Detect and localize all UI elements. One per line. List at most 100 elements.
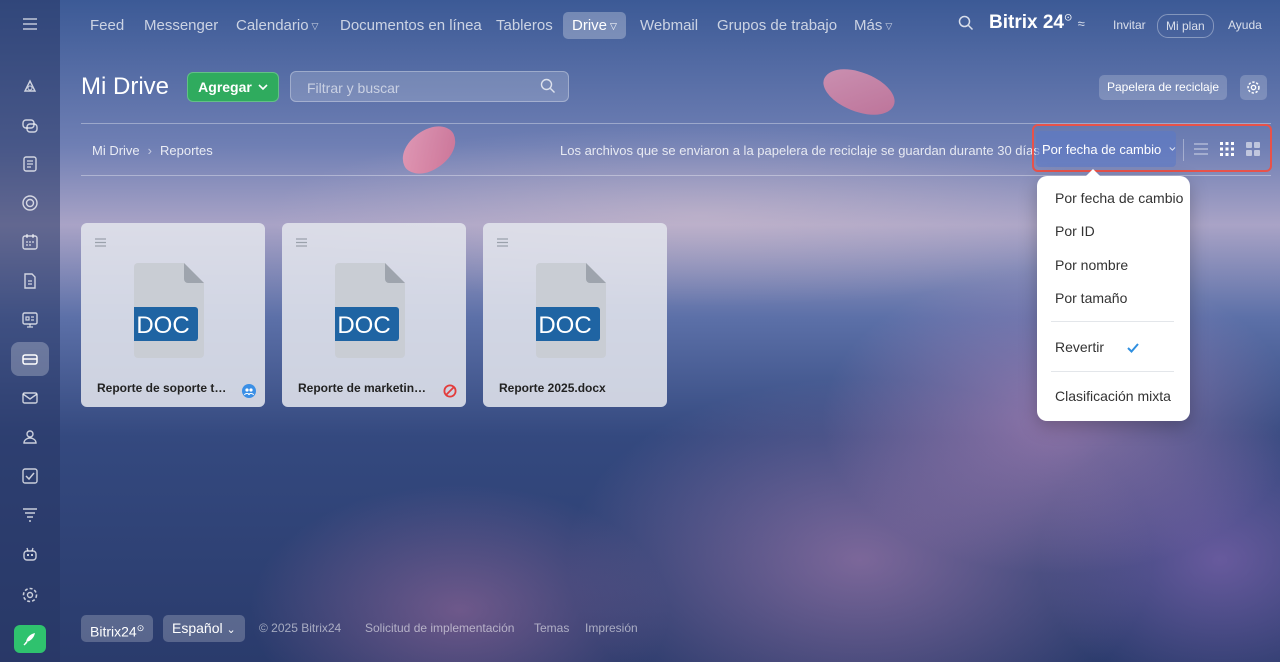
feed-icon[interactable] — [11, 70, 49, 104]
doc-file-icon: DOC — [536, 263, 606, 358]
file-card[interactable]: DOC Reporte 2025.docx — [483, 223, 667, 407]
sort-option-id[interactable]: Por ID — [1055, 223, 1095, 239]
add-button-label: Agregar — [198, 79, 252, 95]
search-icon[interactable] — [958, 15, 974, 36]
gear-icon — [1247, 81, 1260, 94]
presentation-icon[interactable] — [11, 303, 49, 337]
file-card[interactable]: DOC Reporte de marketing.d... — [282, 223, 466, 407]
check-icon — [1127, 340, 1139, 358]
clock-icon: ⊙ — [136, 623, 145, 633]
sort-menu: Por fecha de cambio Por ID Por nombre Po… — [1037, 169, 1190, 421]
background-petal — [394, 119, 464, 181]
file-name: Reporte de soporte técn... — [97, 381, 227, 395]
left-sidebar — [0, 0, 60, 662]
sort-option-name[interactable]: Por nombre — [1055, 257, 1128, 273]
search-field[interactable] — [290, 71, 569, 102]
file-name: Reporte 2025.docx — [499, 381, 606, 395]
nav-feed[interactable]: Feed — [90, 12, 124, 39]
doc-file-icon: DOC — [134, 263, 204, 358]
sort-button-label: Por fecha de cambio — [1042, 141, 1162, 157]
nav-messenger[interactable]: Messenger — [144, 12, 218, 39]
search-input[interactable] — [305, 78, 529, 98]
chevron-down-icon: ▽ — [311, 20, 319, 31]
settings-button[interactable] — [1240, 75, 1267, 100]
invite-button[interactable]: Invitar — [1105, 14, 1154, 36]
nav-mas-label: Más — [854, 17, 883, 34]
chevron-down-icon: ▽ — [885, 20, 893, 31]
nav-tableros[interactable]: Tableros — [496, 12, 553, 39]
nav-documentos[interactable]: Documentos en línea — [340, 12, 482, 39]
clock-icon: ⊙ — [1063, 12, 1073, 24]
settings-icon[interactable] — [11, 578, 49, 612]
mail-icon[interactable] — [11, 381, 49, 415]
chat-icon[interactable] — [11, 109, 49, 143]
nav-mas[interactable]: Más ▽ — [854, 12, 892, 39]
help-button[interactable]: Ayuda — [1220, 14, 1270, 36]
breadcrumb-item[interactable]: Mi Drive — [92, 143, 140, 158]
sort-option-date[interactable]: Por fecha de cambio — [1055, 190, 1183, 206]
drive-icon[interactable] — [11, 342, 49, 376]
chevron-down-icon — [258, 83, 268, 90]
sort-button[interactable]: Por fecha de cambio — [1036, 131, 1176, 167]
file-icon[interactable] — [11, 264, 49, 298]
brand-text: Bitrix 24 — [989, 12, 1064, 33]
footer-link-themes[interactable]: Temas — [534, 621, 569, 635]
nav-calendario-label: Calendario — [236, 17, 309, 34]
file-card[interactable]: DOC Reporte de soporte técn... — [81, 223, 265, 407]
blocked-icon — [443, 384, 457, 403]
breadcrumb: Mi Drive › Reportes — [92, 143, 213, 158]
nav-grupos[interactable]: Grupos de trabajo — [717, 12, 837, 39]
svg-text:DOC: DOC — [337, 312, 390, 339]
svg-text:DOC: DOC — [538, 312, 591, 339]
tile-view-icon[interactable] — [1245, 141, 1261, 157]
menu-divider — [1051, 371, 1174, 372]
drag-handle-icon[interactable] — [497, 234, 508, 252]
nav-drive[interactable]: Drive ▽ — [563, 12, 626, 39]
crm-icon[interactable] — [11, 186, 49, 220]
grid-view-icon[interactable] — [1219, 141, 1235, 157]
footer-link-print[interactable]: Impresión — [585, 621, 638, 635]
sort-option-size[interactable]: Por tamaño — [1055, 290, 1127, 306]
page-title: Mi Drive — [81, 73, 169, 100]
footer-brand-button[interactable]: Bitrix24⊙ — [81, 615, 154, 642]
language-label: Español — [172, 620, 223, 636]
robot-icon[interactable] — [11, 537, 49, 571]
nav-drive-label: Drive — [572, 17, 608, 34]
chevron-down-icon — [1169, 147, 1176, 151]
sort-reverse-toggle[interactable]: Revertir — [1055, 339, 1104, 355]
chevron-right-icon: › — [147, 143, 153, 158]
background-petal — [816, 56, 902, 128]
menu-divider — [1051, 321, 1174, 322]
list-view-icon[interactable] — [1193, 141, 1209, 157]
copyright-text: © 2025 Bitrix24 — [259, 621, 342, 635]
nav-calendario[interactable]: Calendario ▽ — [236, 12, 318, 39]
footer-link-implementation[interactable]: Solicitud de implementación — [365, 621, 514, 635]
nav-webmail[interactable]: Webmail — [640, 12, 698, 39]
search-icon[interactable] — [540, 78, 556, 99]
switch-icon: ≈ — [1077, 16, 1085, 31]
add-button[interactable]: Agregar — [187, 72, 279, 102]
brand-logo[interactable]: Bitrix 24⊙ ≈ — [989, 12, 1085, 34]
rocket-icon[interactable] — [14, 625, 46, 653]
plan-button[interactable]: Mi plan — [1157, 14, 1214, 38]
divider — [1183, 139, 1184, 161]
chevron-down-icon: ▽ — [610, 20, 617, 31]
group-icon[interactable] — [11, 420, 49, 454]
recycle-bin-button[interactable]: Papelera de reciclaje — [1099, 75, 1228, 100]
tasks-icon[interactable] — [11, 459, 49, 493]
drag-handle-icon[interactable] — [95, 234, 106, 252]
chevron-down-icon: ⌄ — [226, 624, 236, 636]
shared-icon — [242, 384, 256, 403]
document-icon[interactable] — [11, 147, 49, 181]
language-select[interactable]: Español ⌄ — [163, 615, 245, 642]
recycle-notice: Los archivos que se enviaron a la papele… — [560, 143, 1040, 158]
drag-handle-icon[interactable] — [296, 234, 307, 252]
calendar-icon[interactable] — [11, 225, 49, 259]
breadcrumb-item[interactable]: Reportes — [160, 143, 213, 158]
doc-file-icon: DOC — [335, 263, 405, 358]
menu-icon[interactable] — [11, 7, 49, 41]
top-navigation: Feed Messenger Calendario ▽ Documentos en… — [60, 0, 1280, 50]
sort-mixed-toggle[interactable]: Clasificación mixta — [1055, 388, 1171, 404]
funnel-icon[interactable] — [11, 498, 49, 532]
svg-text:DOC: DOC — [136, 312, 189, 339]
